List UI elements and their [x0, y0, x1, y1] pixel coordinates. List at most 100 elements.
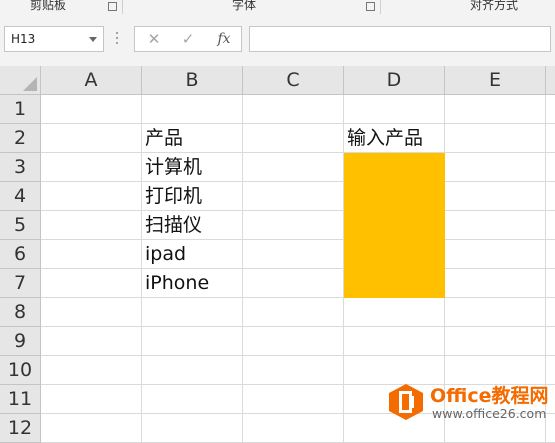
cell-a5[interactable]: [41, 211, 142, 240]
insert-function-icon[interactable]: fx: [209, 27, 239, 51]
row-header-2[interactable]: 2: [0, 124, 41, 153]
watermark-url: www.office26.com: [432, 406, 547, 421]
cell-a1[interactable]: [41, 95, 142, 124]
cell-c9[interactable]: [243, 327, 344, 356]
cell-e6[interactable]: [445, 240, 546, 269]
cell-e5[interactable]: [445, 211, 546, 240]
ribbon-group-font: 字体: [232, 0, 257, 12]
cell-b8[interactable]: [142, 298, 243, 327]
row-header-4[interactable]: 4: [0, 182, 41, 211]
cell-d1[interactable]: [344, 95, 445, 124]
row-header-5[interactable]: 5: [0, 211, 41, 240]
formula-buttons: ✕ ✓ fx: [134, 26, 242, 52]
enter-icon[interactable]: ✓: [173, 27, 203, 51]
ribbon-separator: [122, 0, 123, 14]
cell-a9[interactable]: [41, 327, 142, 356]
row-header-12[interactable]: 12: [0, 414, 41, 443]
cell-d8[interactable]: [344, 298, 445, 327]
cell-f8[interactable]: [546, 298, 555, 327]
cell-f1[interactable]: [546, 95, 555, 124]
cell-c1[interactable]: [243, 95, 344, 124]
cell-f4[interactable]: [546, 182, 555, 211]
cell-c11[interactable]: [243, 385, 344, 414]
cell-f5[interactable]: [546, 211, 555, 240]
cell-d3[interactable]: [344, 153, 445, 182]
column-header-b[interactable]: B: [142, 66, 243, 95]
cell-d9[interactable]: [344, 327, 445, 356]
row-header-9[interactable]: 9: [0, 327, 41, 356]
cell-a4[interactable]: [41, 182, 142, 211]
cell-b11[interactable]: [142, 385, 243, 414]
cell-b9[interactable]: [142, 327, 243, 356]
cell-f2[interactable]: [546, 124, 555, 153]
cell-a2[interactable]: [41, 124, 142, 153]
cell-f3[interactable]: [546, 153, 555, 182]
cell-c5[interactable]: [243, 211, 344, 240]
cell-a10[interactable]: [41, 356, 142, 385]
row-header-1[interactable]: 1: [0, 95, 41, 124]
cell-d6[interactable]: [344, 240, 445, 269]
cell-c12[interactable]: [243, 414, 344, 443]
cell-a3[interactable]: [41, 153, 142, 182]
column-header-c[interactable]: C: [243, 66, 344, 95]
cell-a8[interactable]: [41, 298, 142, 327]
ribbon-group-labels: 剪贴板 字体 对齐方式: [0, 0, 555, 15]
cell-e1[interactable]: [445, 95, 546, 124]
cell-a11[interactable]: [41, 385, 142, 414]
cell-b10[interactable]: [142, 356, 243, 385]
column-header-a[interactable]: A: [41, 66, 142, 95]
cell-b6[interactable]: ipad: [142, 240, 243, 269]
row-header-10[interactable]: 10: [0, 356, 41, 385]
cell-f6[interactable]: [546, 240, 555, 269]
cell-a7[interactable]: [41, 269, 142, 298]
row-header-8[interactable]: 8: [0, 298, 41, 327]
cell-b1[interactable]: [142, 95, 243, 124]
cell-d2[interactable]: 输入产品: [344, 124, 445, 153]
column-header-e[interactable]: E: [445, 66, 546, 95]
row-header-6[interactable]: 6: [0, 240, 41, 269]
cell-c3[interactable]: [243, 153, 344, 182]
cell-e4[interactable]: [445, 182, 546, 211]
cell-e3[interactable]: [445, 153, 546, 182]
cell-e7[interactable]: [445, 269, 546, 298]
cell-b5[interactable]: 扫描仪: [142, 211, 243, 240]
cell-c10[interactable]: [243, 356, 344, 385]
drag-handle-icon[interactable]: [116, 32, 119, 46]
ribbon-group-alignment: 对齐方式: [470, 0, 519, 12]
column-header-d[interactable]: D: [344, 66, 445, 95]
watermark: Office教程网 www.office26.com: [386, 378, 554, 430]
row-header-3[interactable]: 3: [0, 153, 41, 182]
name-box[interactable]: H13: [4, 26, 104, 52]
font-launcher-icon[interactable]: [366, 2, 375, 11]
cell-e2[interactable]: [445, 124, 546, 153]
cell-f9[interactable]: [546, 327, 555, 356]
cell-c8[interactable]: [243, 298, 344, 327]
ribbon-separator: [380, 0, 381, 14]
chevron-down-icon[interactable]: [89, 37, 97, 42]
name-box-value: H13: [11, 32, 36, 46]
cell-d7[interactable]: [344, 269, 445, 298]
select-all-button[interactable]: [0, 66, 41, 95]
cell-a12[interactable]: [41, 414, 142, 443]
cell-b4[interactable]: 打印机: [142, 182, 243, 211]
row-header-7[interactable]: 7: [0, 269, 41, 298]
clipboard-launcher-icon[interactable]: [108, 2, 117, 11]
cell-f7[interactable]: [546, 269, 555, 298]
formula-input[interactable]: [249, 26, 551, 52]
cell-c4[interactable]: [243, 182, 344, 211]
cancel-icon[interactable]: ✕: [139, 27, 169, 51]
cell-c7[interactable]: [243, 269, 344, 298]
cell-d5[interactable]: [344, 211, 445, 240]
cell-c6[interactable]: [243, 240, 344, 269]
row-header-11[interactable]: 11: [0, 385, 41, 414]
cell-a6[interactable]: [41, 240, 142, 269]
column-header-f[interactable]: [546, 66, 555, 95]
cell-c2[interactable]: [243, 124, 344, 153]
cell-b7[interactable]: iPhone: [142, 269, 243, 298]
cell-b2[interactable]: 产品: [142, 124, 243, 153]
cell-b3[interactable]: 计算机: [142, 153, 243, 182]
cell-b12[interactable]: [142, 414, 243, 443]
cell-e9[interactable]: [445, 327, 546, 356]
cell-d4[interactable]: [344, 182, 445, 211]
cell-e8[interactable]: [445, 298, 546, 327]
